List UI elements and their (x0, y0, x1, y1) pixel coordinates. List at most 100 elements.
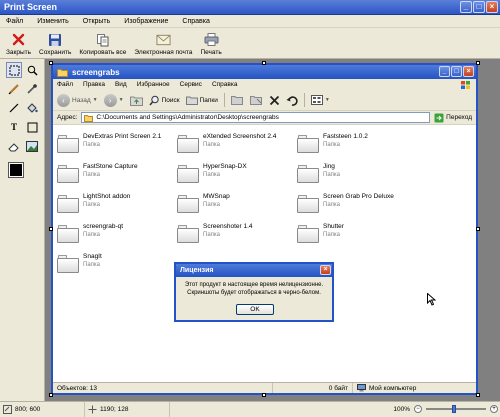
resize-handle[interactable] (49, 227, 53, 231)
folder-item[interactable]: FastStone Capture Папка (57, 163, 177, 189)
forward-arrow-icon: › (103, 93, 117, 107)
explorer-menu-file[interactable]: Файл (57, 81, 73, 88)
close-icon[interactable]: × (486, 1, 498, 13)
move-to-icon[interactable] (230, 94, 244, 106)
explorer-close-icon[interactable]: × (463, 66, 474, 77)
rectangle-tool-icon[interactable] (24, 119, 40, 135)
fill-tool-icon[interactable] (24, 100, 40, 116)
folder-item[interactable]: Screenshoter 1.4 Папка (177, 223, 297, 249)
explorer-menu-view[interactable]: Вид (115, 81, 127, 88)
folder-item[interactable]: Screen Grab Pro Deluxe Папка (297, 193, 417, 219)
folder-name: Faststeen 1.0.2 (323, 133, 368, 140)
resize-handle[interactable] (476, 61, 480, 65)
folder-item[interactable]: DevExtras Print Screen 2.1 Папка (57, 133, 177, 159)
menu-open[interactable]: Открыть (83, 18, 111, 25)
folder-type: Папка (203, 142, 220, 148)
zoom-in-icon[interactable]: + (490, 405, 498, 413)
resize-handle[interactable] (476, 393, 480, 397)
zoom-slider-knob[interactable] (452, 405, 456, 413)
folder-item[interactable]: HyperSnap-DX Папка (177, 163, 297, 189)
zoom-control: 100% − + (393, 405, 498, 413)
zoom-slider[interactable] (426, 405, 486, 413)
folder-item[interactable]: Shutter Папка (297, 223, 417, 249)
print-button[interactable]: Печать (196, 28, 225, 58)
ok-button[interactable]: OK (236, 304, 274, 315)
eraser-tool-icon[interactable] (6, 138, 22, 154)
image-size-cell: 800; 600 (0, 402, 85, 417)
views-icon (310, 95, 323, 105)
copy-to-icon[interactable] (249, 94, 263, 106)
undo-icon[interactable] (286, 95, 298, 106)
folders-icon (185, 96, 198, 105)
back-button[interactable]: ‹ Назад ▼ (57, 93, 98, 107)
folder-item[interactable]: LightShot addon Папка (57, 193, 177, 219)
foreground-color-swatch[interactable] (8, 162, 24, 178)
line-tool-icon[interactable] (6, 100, 22, 116)
close-button[interactable]: Закрыть (2, 28, 35, 58)
up-folder-button[interactable] (129, 95, 143, 106)
views-button[interactable]: ▼ (310, 95, 330, 105)
explorer-menubar: Файл Правка Вид Избранное Сервис Справка (53, 79, 476, 90)
folder-item[interactable]: eXtended Screenshot 2.4 Папка (177, 133, 297, 159)
folder-icon (297, 195, 319, 213)
image-tool-icon[interactable] (24, 138, 40, 154)
printer-icon (204, 32, 219, 47)
save-button[interactable]: Сохранить (35, 28, 75, 58)
explorer-status-bar: Объектов: 13 0 байт Мой компьютер (53, 382, 476, 393)
folder-name: LightShot addon (83, 193, 131, 200)
resize-handle[interactable] (262, 393, 266, 397)
app-title-bar: Print Screen _ □ × (0, 0, 500, 15)
eyedropper-tool-icon[interactable] (24, 81, 40, 97)
explorer-menu-edit[interactable]: Правка (83, 81, 105, 88)
menu-file[interactable]: Файл (6, 18, 23, 25)
menu-edit[interactable]: Изменить (37, 18, 69, 25)
folder-item[interactable]: MWSnap Папка (177, 193, 297, 219)
address-label: Адрес: (57, 114, 78, 121)
email-button[interactable]: Электронная почта (130, 28, 196, 58)
folder-type: Папка (323, 172, 340, 178)
dialog-close-icon[interactable]: × (320, 265, 331, 275)
captured-window[interactable]: screengrabs _ □ × Файл Правка Вид Избран… (51, 63, 478, 395)
folder-item[interactable]: SnagIt Папка (57, 253, 177, 279)
forward-button[interactable]: › ▼ (103, 93, 124, 107)
chevron-down-icon: ▼ (118, 97, 124, 103)
resize-handle[interactable] (476, 227, 480, 231)
menu-image[interactable]: Изображение (124, 18, 168, 25)
envelope-icon (156, 32, 171, 47)
folder-item[interactable]: Jing Папка (297, 163, 417, 189)
folder-name: SnagIt (83, 253, 102, 260)
selection-tool-icon[interactable] (6, 62, 22, 78)
resize-handle[interactable] (262, 61, 266, 65)
folder-icon (57, 135, 79, 153)
folders-button[interactable]: Папки (185, 95, 218, 105)
folder-item[interactable]: screengrab-qt Папка (57, 223, 177, 249)
menu-help[interactable]: Справка (182, 18, 209, 25)
explorer-menu-tools[interactable]: Сервис (180, 81, 202, 88)
folder-icon (177, 135, 199, 153)
maximize-icon[interactable]: □ (473, 1, 485, 13)
search-button[interactable]: Поиск (148, 95, 180, 106)
license-dialog: Лицензия × Этот продукт в настоящее врем… (174, 262, 334, 322)
pencil-tool-icon[interactable] (6, 81, 22, 97)
explorer-menu-help[interactable]: Справка (212, 81, 238, 88)
resize-handle[interactable] (49, 61, 53, 65)
folder-item[interactable]: Faststeen 1.0.2 Папка (297, 133, 417, 159)
address-field[interactable]: C:\Documents and Settings\Administrator\… (81, 112, 431, 123)
text-tool-icon[interactable]: T (6, 119, 22, 135)
folder-name: DevExtras Print Screen 2.1 (83, 133, 162, 140)
explorer-maximize-icon[interactable]: □ (451, 66, 462, 77)
zoom-out-icon[interactable]: − (414, 405, 422, 413)
up-folder-icon (129, 96, 143, 106)
go-button[interactable]: Переход (434, 113, 472, 123)
resize-handle[interactable] (49, 393, 53, 397)
explorer-menu-favorites[interactable]: Избранное (137, 81, 170, 88)
explorer-title: screengrabs (72, 67, 120, 77)
folder-icon (177, 225, 199, 243)
delete-icon[interactable] (269, 95, 280, 106)
explorer-minimize-icon[interactable]: _ (439, 66, 450, 77)
copy-all-button[interactable]: Копировать все (75, 28, 130, 58)
total-size: 0 байт (273, 383, 353, 393)
zoom-tool-icon[interactable] (24, 62, 40, 78)
minimize-icon[interactable]: _ (460, 1, 472, 13)
chevron-down-icon: ▼ (324, 97, 330, 103)
